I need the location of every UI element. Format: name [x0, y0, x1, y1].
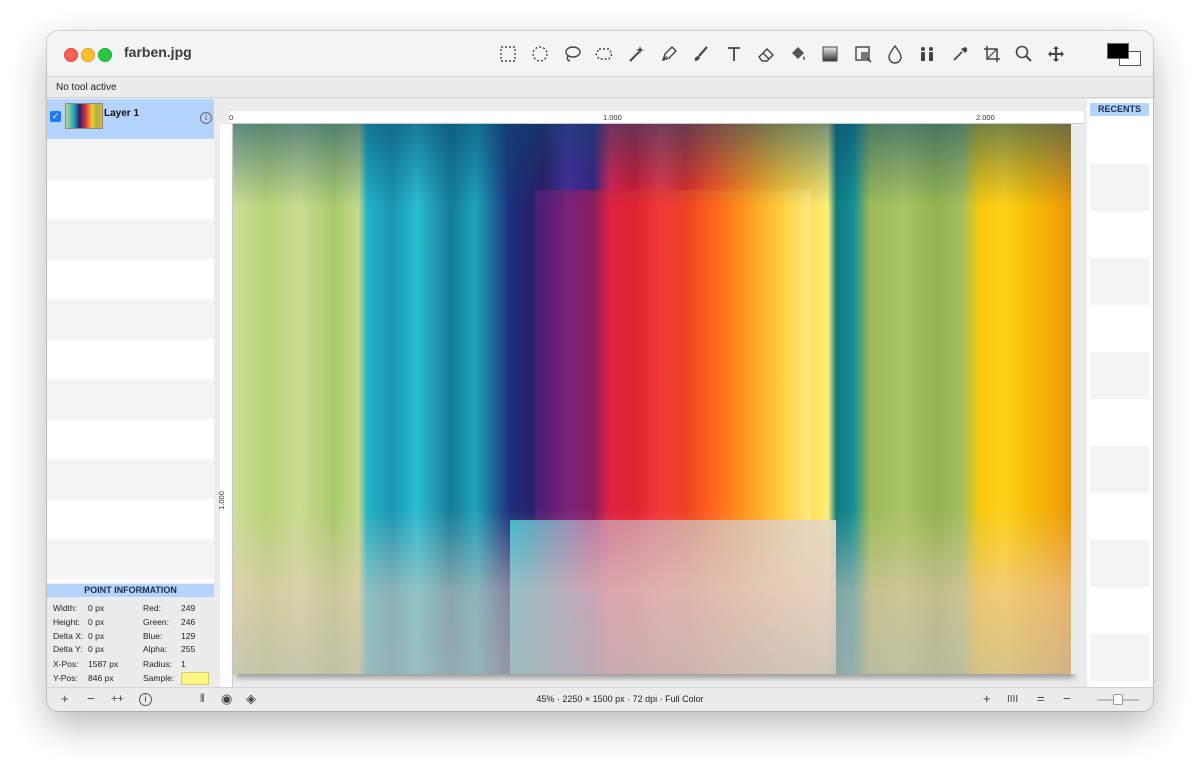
window-title: farben.jpg	[124, 44, 192, 60]
green-label: Green:	[143, 617, 169, 627]
rect-select-icon[interactable]	[494, 40, 522, 68]
pen-icon[interactable]	[655, 40, 683, 68]
width-value: 0 px	[88, 603, 105, 613]
polygon-select-icon[interactable]	[590, 40, 618, 68]
layer-name: Layer 1	[104, 108, 140, 119]
lasso-icon[interactable]	[558, 40, 586, 68]
text-tool-icon[interactable]	[720, 40, 748, 68]
alpha-value: 255	[181, 644, 196, 654]
x-pos-label: X-Pos:	[53, 659, 79, 669]
image-shading	[233, 124, 1071, 674]
canvas-area[interactable]: 0 1.000 2.000 1.000	[215, 99, 1084, 687]
recents-panel: RECENTS	[1087, 99, 1153, 687]
ruler-tick-label: 1.000	[216, 491, 226, 510]
gradient-icon[interactable]	[816, 40, 844, 68]
recents-header: RECENTS	[1090, 103, 1149, 116]
image-canvas[interactable]	[233, 124, 1071, 674]
recent-slot[interactable]	[1090, 117, 1149, 164]
recent-slot[interactable]	[1090, 258, 1149, 305]
width-label: Width:	[53, 603, 78, 613]
zoom-out-icon[interactable]: −	[1063, 692, 1071, 706]
minimize-button[interactable]	[81, 48, 95, 62]
delta-y-label: Delta Y:	[53, 644, 83, 654]
sample-color-swatch	[181, 672, 209, 685]
title-bar: farben.jpg	[47, 31, 1153, 77]
brush-icon[interactable]	[687, 40, 715, 68]
tool-status: No tool active	[47, 77, 1153, 98]
people-icon[interactable]	[913, 40, 941, 68]
foreground-color-swatch[interactable]	[1107, 43, 1129, 59]
recent-slot[interactable]	[1090, 352, 1149, 399]
recent-slot[interactable]	[1090, 446, 1149, 493]
empty-row	[47, 379, 214, 419]
alpha-label: Alpha:	[143, 644, 168, 654]
eyedropper-icon[interactable]	[946, 40, 974, 68]
magic-wand-icon[interactable]	[622, 40, 650, 68]
bottom-bar: + − ++ i ⫴ ◉ ◈ 45% · 2250 × 1500 px · 72…	[47, 687, 1153, 711]
delta-x-label: Delta X:	[53, 631, 84, 641]
recent-slot[interactable]	[1090, 587, 1149, 634]
x-pos-value: 1587 px	[88, 659, 119, 669]
height-value: 0 px	[88, 617, 105, 627]
green-value: 246	[181, 617, 196, 627]
vertical-scrollbar[interactable]	[1071, 124, 1083, 674]
grid-columns-icon[interactable]: IIII	[1007, 693, 1018, 707]
red-label: Red:	[143, 603, 161, 613]
empty-row	[47, 419, 214, 459]
height-label: Height:	[53, 617, 80, 627]
point-information-panel: POINT INFORMATION Width: 0 px Height: 0 …	[47, 583, 214, 687]
fit-equal-icon[interactable]: =	[1037, 692, 1045, 706]
point-info-header: POINT INFORMATION	[47, 584, 214, 597]
fill-bucket-icon[interactable]	[784, 40, 812, 68]
empty-row	[47, 139, 214, 179]
red-value: 249	[181, 603, 196, 613]
y-pos-label: Y-Pos:	[53, 673, 78, 683]
recent-slot[interactable]	[1090, 164, 1149, 211]
top-ruler: 0 1.000 2.000	[229, 111, 1084, 124]
delta-x-value: 0 px	[88, 631, 105, 641]
info-icon[interactable]: i	[200, 112, 212, 124]
app-window: farben.jpg No tool active ✓ Layer 1 i PO…	[47, 31, 1153, 711]
crop-icon[interactable]	[978, 40, 1006, 68]
radius-label: Radius:	[143, 659, 172, 669]
zoom-in-icon[interactable]: +	[983, 692, 991, 706]
delta-y-value: 0 px	[88, 644, 105, 654]
zoom-slider-knob[interactable]	[1113, 694, 1123, 705]
layer-thumbnail	[65, 103, 103, 129]
zoom-icon[interactable]	[1010, 40, 1038, 68]
recent-slot[interactable]	[1090, 399, 1149, 446]
ellipse-select-icon[interactable]	[526, 40, 554, 68]
sample-label: Sample:	[143, 673, 175, 683]
recent-slot[interactable]	[1090, 211, 1149, 258]
recent-slot[interactable]	[1090, 493, 1149, 540]
left-ruler: 1.000	[216, 124, 233, 687]
layer-row[interactable]: ✓ Layer 1 i	[47, 99, 214, 139]
empty-row	[47, 339, 214, 379]
empty-row	[47, 259, 214, 299]
ruler-tick-label: 2.000	[976, 113, 995, 122]
y-pos-value: 846 px	[88, 673, 114, 683]
eraser-icon[interactable]	[752, 40, 780, 68]
empty-row	[47, 459, 214, 499]
layers-panel: ✓ Layer 1 i	[47, 99, 214, 583]
clone-stamp-icon[interactable]	[849, 40, 877, 68]
move-icon[interactable]	[1042, 40, 1070, 68]
ruler-tick-label: 1.000	[603, 113, 622, 122]
empty-row	[47, 179, 214, 219]
recent-slot[interactable]	[1090, 540, 1149, 587]
ruler-tick-label: 0	[229, 113, 234, 122]
empty-row	[47, 219, 214, 259]
empty-row	[47, 299, 214, 339]
radius-value[interactable]: 1	[181, 659, 186, 669]
close-button[interactable]	[64, 48, 78, 62]
zoom-window-button[interactable]	[98, 48, 112, 62]
recent-slot[interactable]	[1090, 634, 1149, 681]
empty-row	[47, 499, 214, 539]
blue-value: 129	[181, 631, 196, 641]
empty-row	[47, 539, 214, 579]
layer-visibility-checkbox[interactable]: ✓	[50, 111, 61, 122]
blue-label: Blue:	[143, 631, 163, 641]
blur-drop-icon[interactable]	[881, 40, 909, 68]
recent-slot[interactable]	[1090, 305, 1149, 352]
